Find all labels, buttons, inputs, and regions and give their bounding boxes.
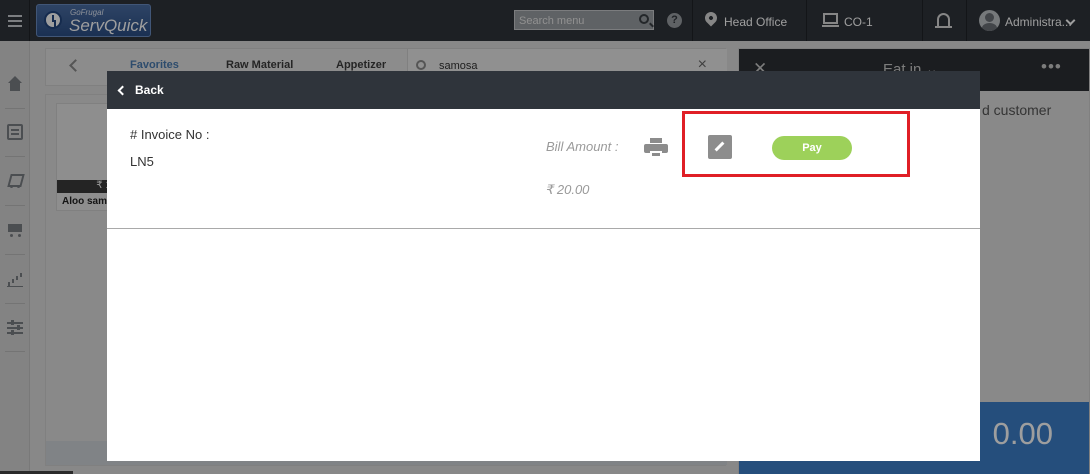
dialog-header: Back (107, 71, 980, 109)
divider (107, 228, 980, 229)
chevron-left-icon (117, 85, 128, 95)
invoice-no-label: # Invoice No : (130, 127, 210, 142)
back-button[interactable]: Back (115, 80, 164, 100)
edit-icon[interactable] (708, 135, 732, 159)
invoice-dialog: Back # Invoice No : LN5 Bill Amount : ₹ … (107, 71, 980, 461)
bill-amount-label: Bill Amount : (546, 139, 619, 154)
back-label: Back (135, 83, 164, 97)
printer-icon[interactable] (644, 138, 668, 158)
pay-button[interactable]: Pay (772, 136, 852, 160)
bill-amount-value: ₹ 20.00 (545, 182, 590, 197)
invoice-no-value: LN5 (130, 154, 154, 169)
